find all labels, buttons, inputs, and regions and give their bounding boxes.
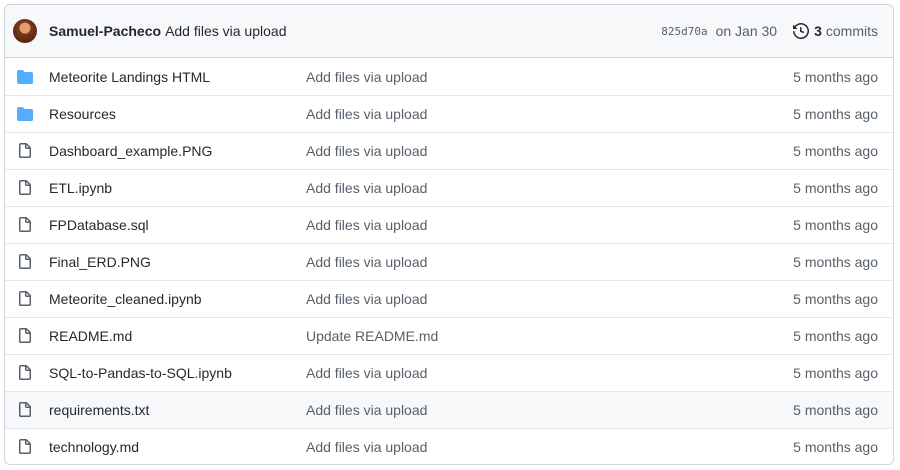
file-row[interactable]: Meteorite Landings HTML Add files via upl… <box>5 58 893 95</box>
file-commit-age: 5 months ago <box>793 291 878 307</box>
commit-date[interactable]: on Jan 30 <box>716 23 778 39</box>
file-row[interactable]: FPDatabase.sql Add files via upload 5 mont… <box>5 206 893 243</box>
file-commit-age: 5 months ago <box>793 180 878 196</box>
file-commit-age: 5 months ago <box>793 254 878 270</box>
file-row[interactable]: ETL.ipynb Add files via upload 5 months ag… <box>5 169 893 206</box>
file-commit-age: 5 months ago <box>793 439 878 455</box>
file-row[interactable]: SQL-to-Pandas-to-SQL.ipynb Add files via … <box>5 354 893 391</box>
history-icon <box>793 23 810 39</box>
file-name-link[interactable]: SQL-to-Pandas-to-SQL.ipynb <box>49 365 306 381</box>
file-name-link[interactable]: Resources <box>49 106 306 122</box>
commits-link[interactable]: 3 commits <box>793 23 878 39</box>
file-commit-age: 5 months ago <box>793 365 878 381</box>
file-name-link[interactable]: technology.md <box>49 439 306 455</box>
file-icon <box>17 143 33 159</box>
file-commit-message-link[interactable]: Add files via upload <box>306 217 793 233</box>
file-commit-message-link[interactable]: Add files via upload <box>306 143 793 159</box>
file-icon <box>17 328 33 344</box>
file-commit-message-link[interactable]: Update README.md <box>306 328 793 344</box>
latest-commit-bar: Samuel-Pacheco Add files via upload 825d… <box>5 5 893 58</box>
file-commit-message-link[interactable]: Add files via upload <box>306 69 793 85</box>
file-name-link[interactable]: README.md <box>49 328 306 344</box>
file-commit-age: 5 months ago <box>793 402 878 418</box>
folder-icon <box>17 69 33 85</box>
commit-label: commits <box>825 23 878 39</box>
file-commit-age: 5 months ago <box>793 106 878 122</box>
file-name-link[interactable]: ETL.ipynb <box>49 180 306 196</box>
file-commit-age: 5 months ago <box>793 68 878 85</box>
file-commit-message-link[interactable]: Add files via upload <box>306 180 793 196</box>
file-commit-message-link[interactable]: Add files via upload <box>306 291 793 307</box>
file-icon <box>17 180 33 196</box>
file-icon <box>17 439 33 455</box>
file-commit-age: 5 months ago <box>793 217 878 233</box>
file-name-link[interactable]: Dashboard_example.PNG <box>49 143 306 159</box>
file-icon <box>17 217 33 233</box>
file-name-link[interactable]: Meteorite_cleaned.ipynb <box>49 291 306 307</box>
file-commit-message-link[interactable]: Add files via upload <box>306 365 793 381</box>
file-commit-message-link[interactable]: Add files via upload <box>306 254 793 270</box>
file-name-link[interactable]: Meteorite Landings HTML <box>49 69 306 85</box>
file-row[interactable]: requirements.txt Add files via upload 5 mo… <box>5 391 893 428</box>
commit-author[interactable]: Samuel-Pacheco <box>49 23 161 39</box>
file-icon <box>17 365 33 381</box>
file-row[interactable]: Meteorite_cleaned.ipynb Add files via upl… <box>5 280 893 317</box>
file-name-link[interactable]: FPDatabase.sql <box>49 217 306 233</box>
file-commit-message-link[interactable]: Add files via upload <box>306 402 793 418</box>
author-avatar[interactable] <box>13 19 37 43</box>
file-row[interactable]: Dashboard_example.PNG Add files via uploa… <box>5 132 893 169</box>
file-list: Meteorite Landings HTML Add files via upl… <box>5 58 893 464</box>
commit-count: 3 <box>814 23 822 39</box>
file-name-link[interactable]: Final_ERD.PNG <box>49 254 306 270</box>
file-icon <box>17 402 33 418</box>
file-icon <box>17 291 33 307</box>
commit-message[interactable]: Add files via upload <box>165 23 286 39</box>
file-commit-age: 5 months ago <box>793 328 878 344</box>
file-icon <box>17 254 33 270</box>
file-commit-age: 5 months ago <box>793 143 878 159</box>
file-commit-message-link[interactable]: Add files via upload <box>306 106 793 122</box>
file-row[interactable]: README.md Update README.md 5 months ago <box>5 317 893 354</box>
file-commit-message-link[interactable]: Add files via upload <box>306 439 793 455</box>
file-row[interactable]: Final_ERD.PNG Add files via upload 5 month… <box>5 243 893 280</box>
commit-sha[interactable]: 825d70a <box>661 25 707 38</box>
folder-icon <box>17 106 33 122</box>
file-row[interactable]: technology.md Add files via upload 5 month… <box>5 428 893 464</box>
file-browser: Samuel-Pacheco Add files via upload 825d… <box>4 4 894 465</box>
file-row[interactable]: Resources Add files via upload 5 months ag… <box>5 95 893 132</box>
file-name-link[interactable]: requirements.txt <box>49 402 306 418</box>
